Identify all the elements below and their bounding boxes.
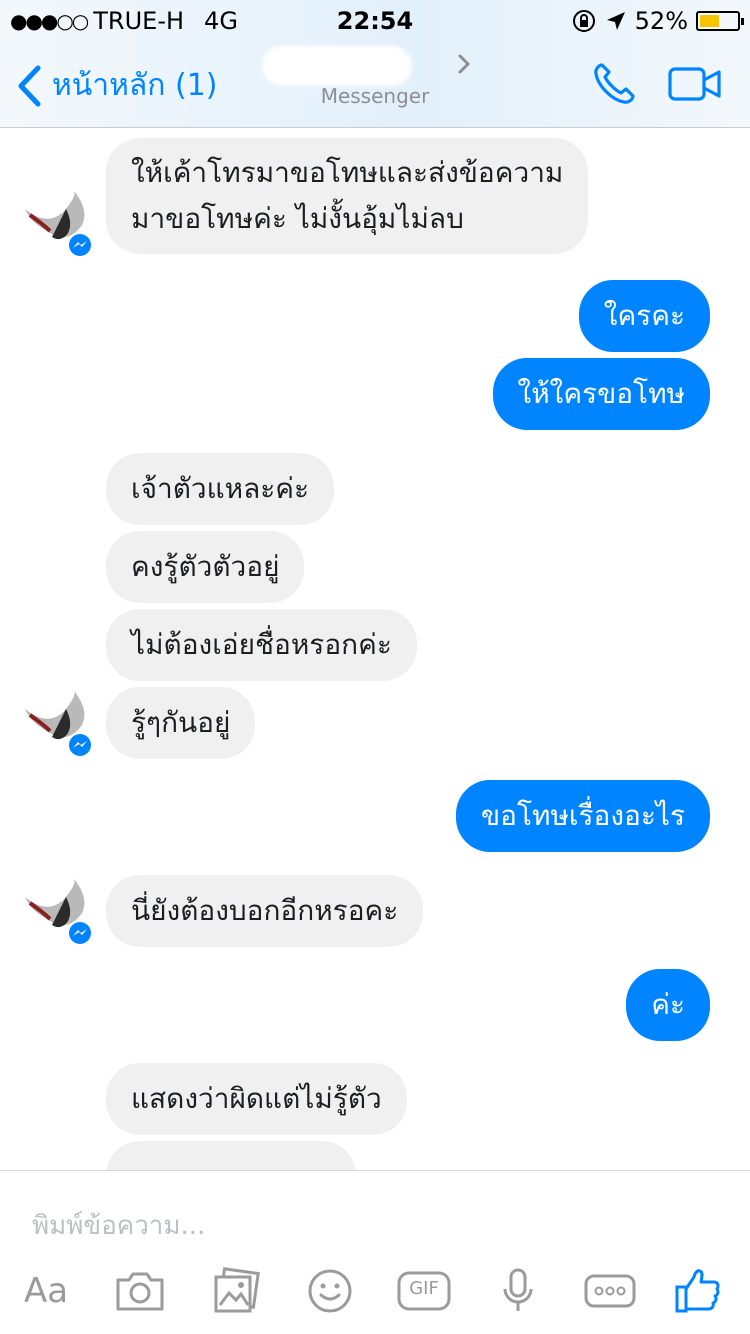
gallery-button[interactable] [204,1259,268,1323]
message-bubble-incoming-partial[interactable] [106,1141,356,1170]
smiley-icon [308,1269,352,1313]
message-thread[interactable]: ให้เค้าโทรมาขอโทษและส่งข้อความ มาขอโทษค่… [0,129,750,1170]
message-text: ค่ะ [651,988,685,1021]
rotation-lock-icon [572,10,595,32]
gif-label: GIF [409,1278,439,1299]
back-label: หน้าหลัก (1) [52,68,218,103]
avatar-image [25,879,93,946]
back-button[interactable]: หน้าหลัก (1) [16,62,217,109]
message-bubble-outgoing[interactable]: ขอโทษเรื่องอะไร [456,780,710,852]
text-format-label: Aa [23,1271,69,1311]
redacted-name-mask [262,46,412,86]
message-input[interactable]: พิมพ์ข้อความ... [32,1205,205,1246]
message-bubble-incoming[interactable]: ให้เค้าโทรมาขอโทษและส่งข้อความ มาขอโทษค่… [106,138,589,254]
message-text: รู้ๆกันอยู่ [131,706,231,739]
contact-avatar[interactable] [20,187,96,263]
video-camera-icon [668,67,721,101]
message-bubble-incoming[interactable]: รู้ๆกันอยู่ [106,687,256,759]
more-dots-icon [584,1274,636,1308]
conversation-title[interactable]: Ac Messenger [240,46,510,108]
composer-toolbar: Aa GIF [0,1259,750,1323]
message-bubble-incoming[interactable]: แสดงว่าผิดแต่ไม่รู้ตัว [106,1063,407,1135]
message-text: แสดงว่าผิดแต่ไม่รู้ตัว [131,1082,382,1115]
voice-call-button[interactable] [590,60,638,112]
microphone-icon [503,1268,533,1311]
sticker-button[interactable] [298,1259,362,1323]
like-button[interactable] [666,1259,730,1323]
message-bubble-incoming[interactable]: คงรู้ตัวตัวอยู่ [106,531,305,603]
location-arrow-icon [606,12,625,30]
message-text: ใครคะ [603,299,685,332]
contact-avatar[interactable] [20,687,96,763]
voice-message-button[interactable] [486,1259,550,1323]
chevron-right-icon [458,54,471,74]
chevron-left-icon [18,65,41,106]
avatar-image [25,191,93,258]
thumbs-up-icon [675,1269,720,1313]
message-bubble-outgoing[interactable]: ค่ะ [626,969,710,1041]
camera-icon [116,1272,164,1311]
camera-button[interactable] [108,1259,172,1323]
message-text: มาขอโทษค่ะ ไม่งั้นอุ้มไม่ลบ [131,202,464,235]
message-text: ให้เค้าโทรมาขอโทษและส่งข้อความ [131,156,564,189]
message-text: ไม่ต้องเอ่ยชื่อหรอกค่ะ [131,628,392,661]
video-call-button[interactable] [668,66,722,106]
battery-icon [696,11,744,31]
conversation-subtitle: Messenger [320,84,430,108]
message-bubble-outgoing[interactable]: ให้ใครขอโทษ [492,358,710,430]
message-bubble-incoming[interactable]: ไม่ต้องเอ่ยชื่อหรอกค่ะ [106,609,417,681]
gif-button[interactable]: GIF [392,1259,456,1323]
message-text: คงรู้ตัวตัวอยู่ [131,550,280,583]
message-bubble-incoming[interactable]: นี่ยังต้องบอกอีกหรอคะ [106,875,424,947]
message-bubble-outgoing[interactable]: ใครคะ [578,280,710,352]
battery-percent: 52% [634,7,688,35]
photo-gallery-icon [214,1267,260,1313]
message-text: เจ้าตัวแหละค่ะ [131,472,310,505]
message-composer: พิมพ์ข้อความ... Aa GIF [0,1170,750,1334]
message-text: ให้ใครขอโทษ [517,377,685,410]
avatar-image [25,691,93,758]
status-bar: ●●●○○ TRUE-H 4G 22:54 52% [0,0,750,40]
phone-icon [594,63,635,104]
message-bubble-incoming[interactable]: เจ้าตัวแหละค่ะ [106,453,335,525]
message-text: นี่ยังต้องบอกอีกหรอคะ [131,894,399,927]
navigation-header: ●●●○○ TRUE-H 4G 22:54 52% หน้าหลัก (1) A… [0,0,750,128]
text-format-button[interactable]: Aa [14,1259,78,1323]
more-options-button[interactable] [578,1259,642,1323]
contact-avatar[interactable] [20,875,96,951]
message-text: ขอโทษเรื่องอะไร [481,799,685,832]
